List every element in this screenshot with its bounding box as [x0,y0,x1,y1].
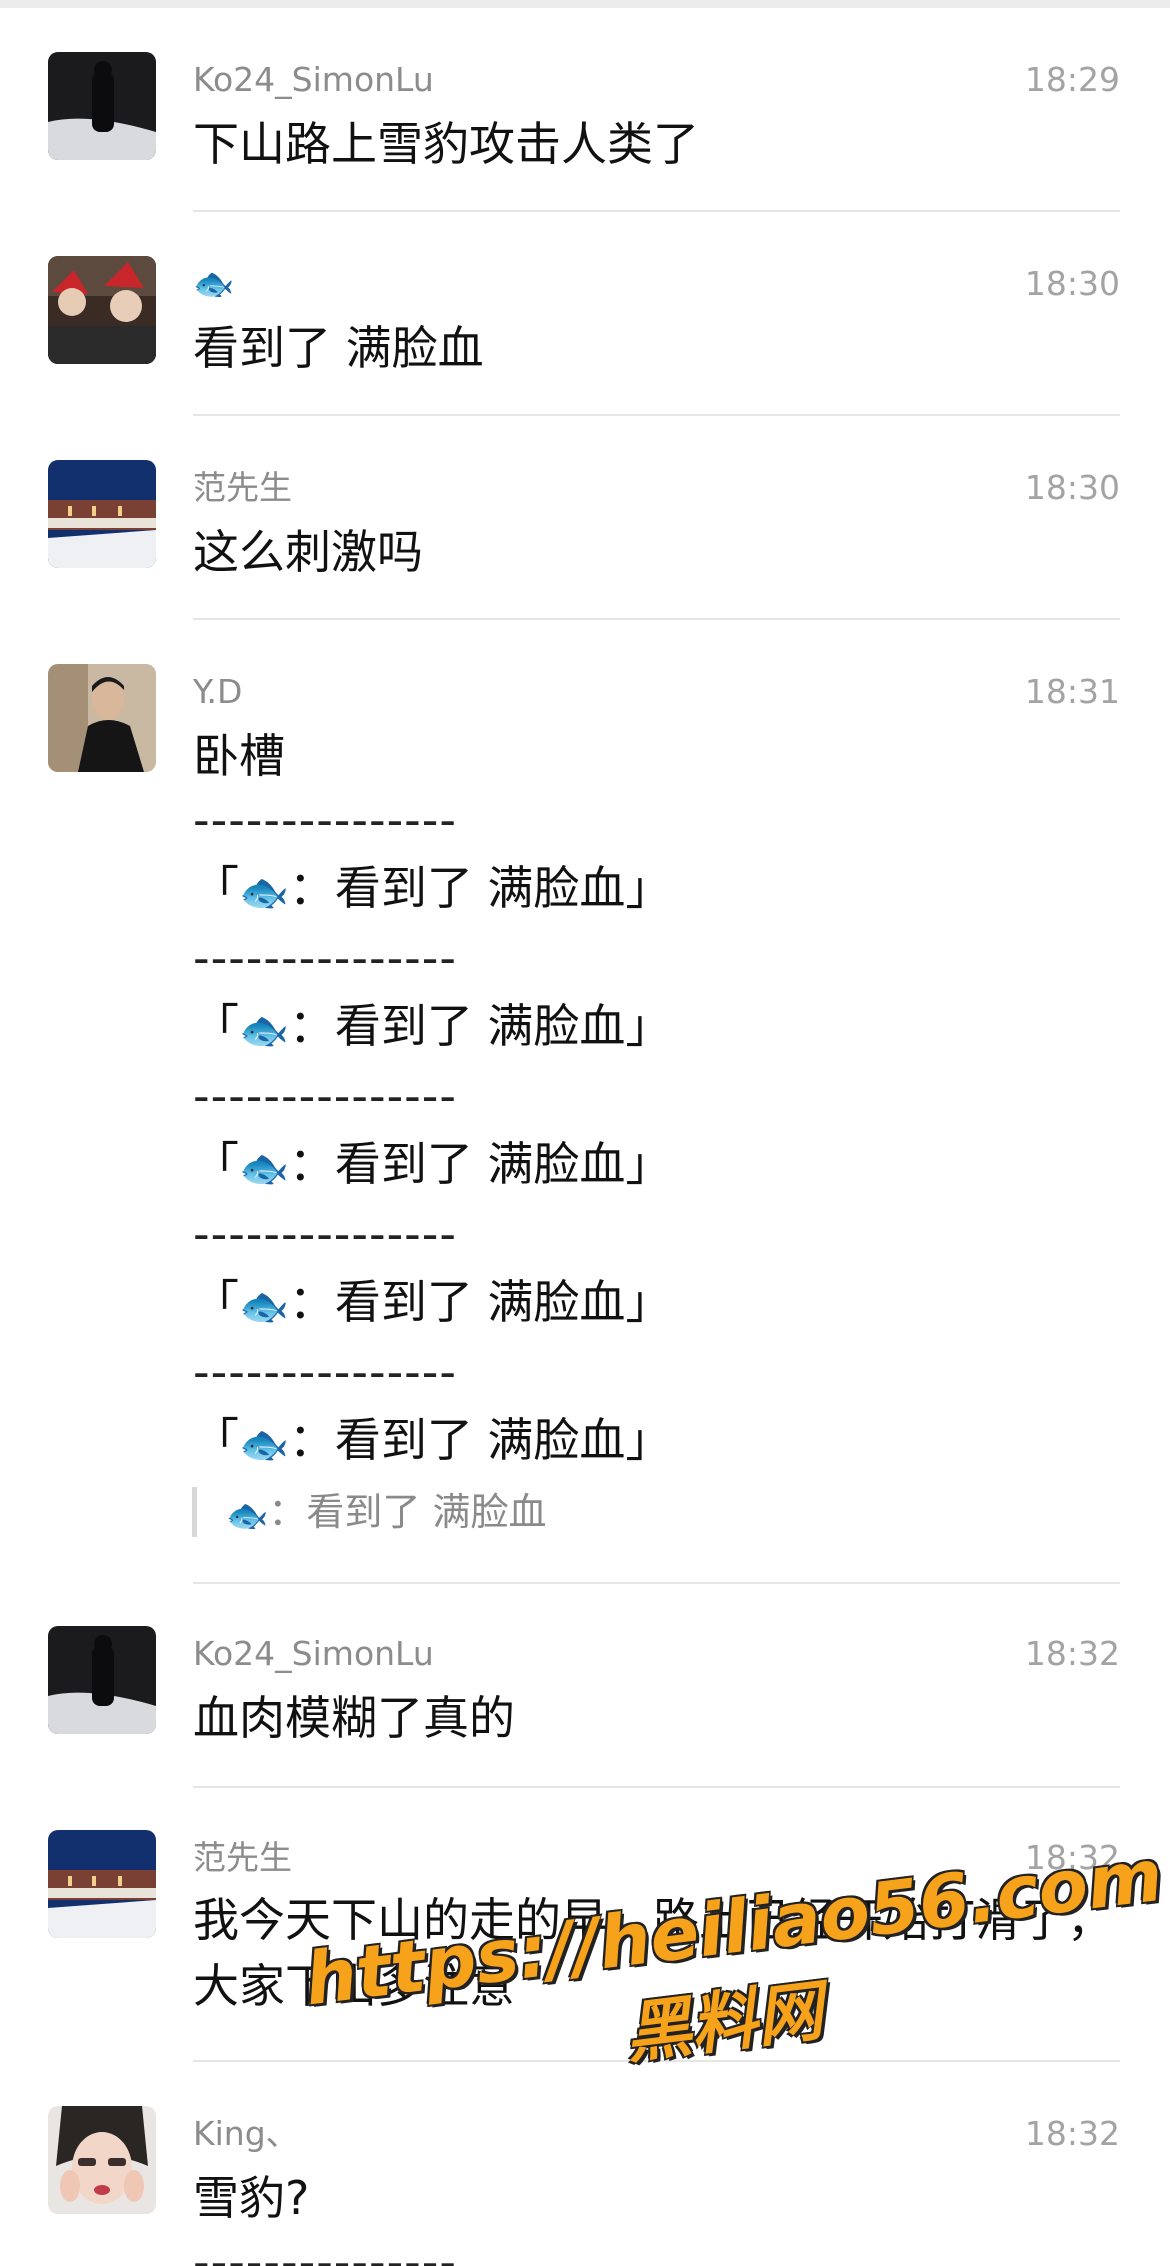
separator-line: --------------- [193,931,457,985]
quote-close: 」 [625,1413,672,1467]
divider [193,618,1120,620]
message-time: 18:32 [1024,1838,1120,1877]
fish-emoji: 🐟 [239,1146,289,1192]
reply-text: 看到了 满脸血 [306,1490,547,1534]
quote-open: 「 [193,1137,239,1191]
quote-text: 看到了 满脸血 [334,861,626,915]
divider [193,1582,1120,1584]
fish-emoji: 🐟 [239,870,289,916]
quote-open: 「 [193,1413,239,1467]
quote-text: 看到了 满脸血 [334,1137,626,1191]
quote-close: 」 [625,999,672,1053]
reply-quote[interactable]: 🐟：看到了 满脸血 [226,1485,546,1543]
fish-emoji: 🐟 [239,1422,289,1468]
sender-name[interactable]: 范先生 [193,1838,292,1878]
message-time: 18:32 [1024,2114,1120,2153]
message-text: 下山路上雪豹攻击人类了 [193,117,699,171]
message-time: 18:31 [1024,672,1120,711]
message-text: 雪豹? [193,2171,310,2225]
message-text: 血肉模糊了真的 [193,1691,515,1745]
avatar[interactable] [48,52,156,160]
reply-colon: ： [268,1490,307,1534]
divider [193,1786,1120,1788]
message-time: 18:29 [1024,60,1120,99]
chat-screen: Ko24_SimonLu 18:29 下山路上雪豹攻击人类了 🐟 18:30 看… [0,0,1170,2266]
avatar[interactable] [48,460,156,568]
avatar[interactable] [48,2106,156,2214]
quote-open: 「 [193,1275,239,1329]
avatar[interactable] [48,1626,156,1734]
divider [193,2060,1120,2062]
sender-name[interactable]: Ko24_SimonLu [193,60,434,100]
quote-close: 」 [625,1275,672,1329]
quote-open: 「 [193,999,239,1053]
message-text-line2: 大家下山多注意 [193,1959,515,2013]
quote-colon: ： [288,999,335,1053]
separator-line: --------------- [193,1069,457,1123]
quote-text: 看到了 满脸血 [334,1275,626,1329]
quote-colon: ： [288,1137,335,1191]
sender-name[interactable]: 🐟 [193,264,234,304]
message-text-line1: 我今天下山的走的早，路上已经开始打滑了， [193,1893,1113,1947]
avatar[interactable] [48,664,156,772]
message-text: 卧槽 [193,729,285,783]
reply-quote-bar [192,1487,197,1537]
message-text: 看到了 满脸血 [193,321,484,375]
sender-name[interactable]: King、 [193,2114,299,2154]
sender-name[interactable]: 范先生 [193,468,292,508]
quote-open: 「 [193,861,239,915]
fish-emoji: 🐟 [239,1008,289,1054]
quote-colon: ： [288,1275,335,1329]
sender-name[interactable]: Y.D [193,672,242,712]
message-text: 这么刺激吗 [193,525,423,579]
fish-emoji: 🐟 [226,1496,269,1536]
top-bar [0,0,1170,8]
message-time: 18:32 [1024,1634,1120,1673]
quoted-line: 「🐟：看到了 满脸血」 [193,1406,671,1479]
avatar[interactable] [48,256,156,364]
quote-close: 」 [625,861,672,915]
quote-text: 看到了 满脸血 [334,999,626,1053]
message-time: 18:30 [1024,468,1120,507]
quote-close: 」 [625,1137,672,1191]
fish-emoji: 🐟 [239,1284,289,1330]
quote-colon: ： [288,1413,335,1467]
quote-colon: ： [288,861,335,915]
quote-text: 看到了 满脸血 [334,1413,626,1467]
quoted-line: 「🐟：看到了 满脸血」 [193,1130,671,1203]
separator-line: --------------- [193,793,457,847]
avatar[interactable] [48,1830,156,1938]
divider [193,414,1120,416]
quoted-line: 「🐟：看到了 满脸血」 [193,1268,671,1341]
separator-line: --------------- [193,2235,457,2266]
quoted-line: 「🐟：看到了 满脸血」 [193,854,671,927]
separator-line: --------------- [193,1207,457,1261]
divider [193,210,1120,212]
separator-line: --------------- [193,1345,457,1399]
quoted-line: 「🐟：看到了 满脸血」 [193,992,671,1065]
sender-name[interactable]: Ko24_SimonLu [193,1634,434,1674]
message-time: 18:30 [1024,264,1120,303]
